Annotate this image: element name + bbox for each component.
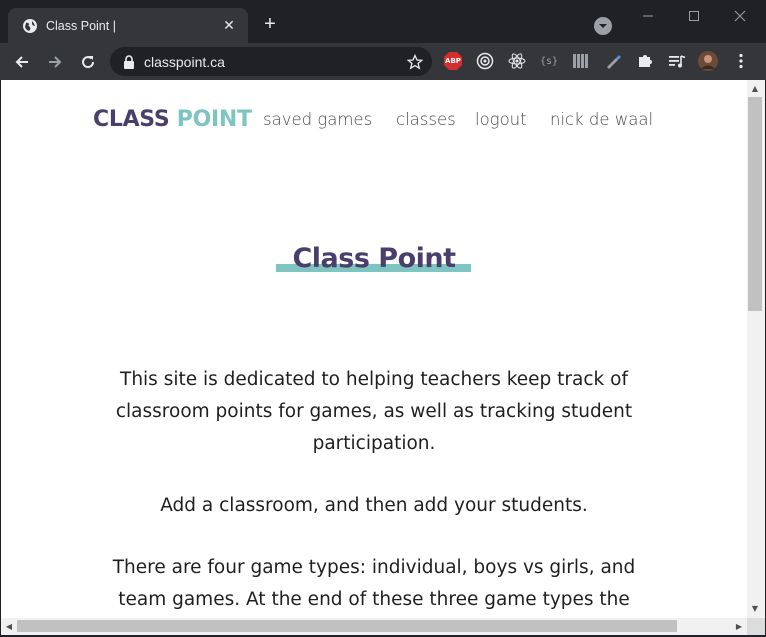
abp-icon[interactable]: ABP	[443, 51, 463, 71]
media-icon[interactable]	[667, 51, 687, 71]
close-window-icon[interactable]	[726, 6, 754, 26]
menu-dots-icon[interactable]	[731, 51, 751, 71]
browser-toolbar: classpoint.ca ABP {s}	[0, 43, 766, 80]
tab-close-icon[interactable]: ✕	[220, 17, 238, 35]
lock-icon[interactable]	[122, 54, 136, 69]
tab-title: Class Point |	[46, 18, 116, 33]
forward-icon[interactable]	[42, 49, 68, 75]
target-icon[interactable]	[475, 51, 495, 71]
nav-classes[interactable]: classes	[396, 110, 456, 129]
avatar[interactable]	[698, 51, 718, 71]
brackets-label: {s}	[539, 55, 559, 67]
vertical-scroll-thumb[interactable]	[748, 97, 762, 311]
puzzle-icon[interactable]	[635, 51, 655, 71]
tab-search-icon[interactable]	[594, 17, 612, 35]
nav-saved-games[interactable]: saved games	[263, 110, 372, 129]
logo-class: CLASS	[93, 107, 170, 132]
scroll-left-icon[interactable]: ◀	[1, 618, 17, 635]
pen-icon[interactable]	[603, 51, 623, 71]
maximize-icon[interactable]	[680, 6, 708, 26]
minimize-icon[interactable]	[634, 6, 662, 26]
hero-heading: Class Point	[1, 243, 747, 283]
site-logo[interactable]: CLASS POINT	[93, 107, 252, 132]
logo-point: POINT	[176, 107, 252, 132]
scroll-up-icon[interactable]: ▲	[747, 80, 763, 96]
react-icon[interactable]	[507, 51, 527, 71]
brackets-icon[interactable]: {s}	[539, 51, 559, 71]
bars-icon[interactable]	[571, 51, 591, 71]
globe-icon	[22, 18, 38, 34]
url-text[interactable]: classpoint.ca	[144, 54, 402, 70]
vertical-scrollbar[interactable]: ▲ ▼	[747, 80, 765, 618]
browser-window: Class Point | ✕ + classpoint.ca ABP {s} …	[0, 0, 766, 637]
classroom-paragraph: Add a classroom, and then add your stude…	[160, 495, 588, 516]
bookmark-star-icon[interactable]	[402, 49, 428, 75]
new-tab-button[interactable]: +	[260, 14, 280, 35]
scroll-down-icon[interactable]: ▼	[747, 600, 763, 616]
tab-strip: Class Point | ✕ +	[0, 0, 766, 43]
scroll-right-icon[interactable]: ▶	[731, 618, 747, 635]
browser-tab[interactable]: Class Point | ✕	[8, 8, 248, 43]
address-bar[interactable]: classpoint.ca	[110, 47, 432, 76]
scrollbar-corner	[747, 618, 765, 635]
intro-paragraph: This site is dedicated to helping teache…	[115, 369, 633, 454]
back-icon[interactable]	[9, 49, 35, 75]
nav-logout[interactable]: logout	[475, 110, 527, 129]
abp-label: ABP	[445, 57, 461, 65]
horizontal-scrollbar[interactable]: ◀ ▶	[1, 618, 747, 635]
page-title: Class Point	[292, 243, 456, 274]
horizontal-scroll-thumb[interactable]	[17, 620, 677, 632]
game-types-paragraph: There are four game types: individual, b…	[112, 557, 636, 610]
reload-icon[interactable]	[75, 49, 101, 75]
page-viewport: CLASS POINT saved games classes logout n…	[1, 80, 747, 618]
nav-user-name[interactable]: nick de waal	[550, 110, 653, 129]
